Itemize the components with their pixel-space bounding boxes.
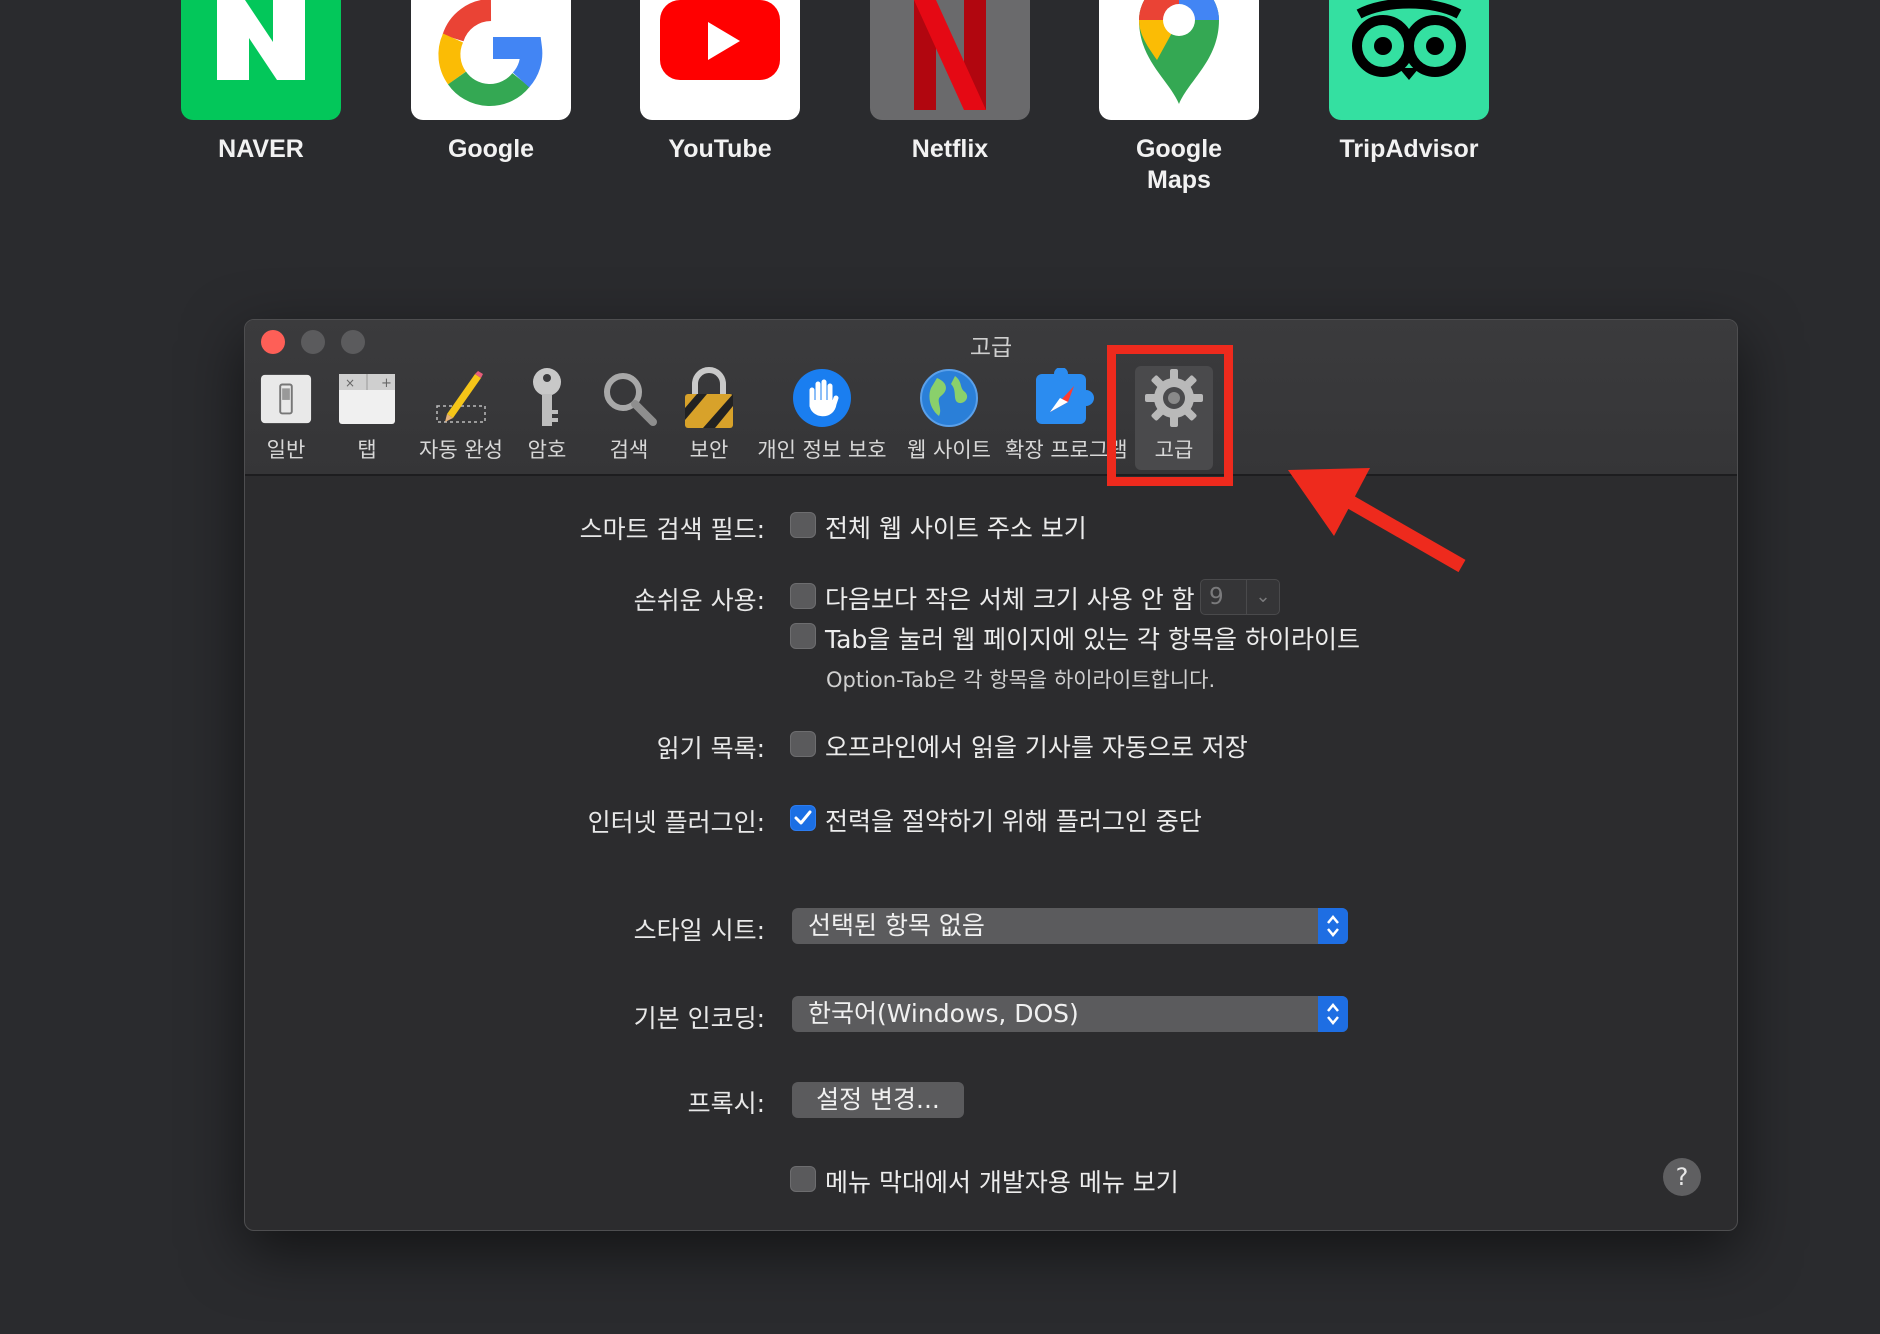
stop-plugins-checkbox[interactable]	[790, 805, 816, 831]
stop-plugins-text: 전력을 절약하기 위해 플러그인 중단	[825, 807, 1202, 836]
favorite-youtube[interactable]: YouTube	[620, 0, 820, 165]
naver-icon	[181, 0, 341, 120]
tripadvisor-icon	[1329, 0, 1489, 120]
favorite-naver[interactable]: NAVER	[161, 0, 361, 165]
tab-security[interactable]: 보안	[683, 366, 735, 470]
favorite-label: TripAdvisor	[1339, 135, 1479, 163]
show-full-address-checkbox[interactable]	[790, 512, 816, 538]
tab-label: 일반	[266, 438, 306, 462]
tab-search[interactable]: 검색	[601, 366, 657, 470]
window-title: 고급	[969, 335, 1013, 361]
tab-label: 개인 정보 보호	[757, 438, 887, 462]
general-switch-icon	[259, 366, 313, 430]
smart-search-label: 스마트 검색 필드:	[579, 515, 765, 544]
favorite-label: NAVER	[218, 135, 304, 163]
lock-icon	[683, 366, 735, 430]
style-sheet-select[interactable]: 선택된 항목 없음	[792, 908, 1348, 944]
favorite-tripadvisor[interactable]: TripAdvisor	[1309, 0, 1509, 165]
save-offline-checkbox[interactable]	[790, 731, 816, 757]
tab-tabs[interactable]: × + 탭	[339, 366, 395, 470]
style-sheet-label: 스타일 시트:	[633, 916, 765, 945]
encoding-label: 기본 인코딩:	[633, 1004, 765, 1033]
magnifier-icon	[601, 366, 657, 430]
show-develop-menu-text: 메뉴 막대에서 개발자용 메뉴 보기	[825, 1168, 1179, 1197]
hand-icon	[757, 366, 887, 430]
annotation-highlight-box	[1107, 345, 1233, 486]
tab-label: 탭	[357, 438, 377, 462]
tab-general[interactable]: 일반	[259, 366, 313, 470]
preferences-window: 고급 일반 × + 탭 자동 완성 암호 검색 보안 개인 정보 보호 웹 사이…	[244, 319, 1738, 1231]
encoding-value: 한국어(Windows, DOS)	[808, 999, 1079, 1028]
google-icon	[411, 0, 571, 120]
tab-label: 검색	[609, 438, 649, 462]
chevron-down-icon: ⌄	[1246, 580, 1279, 614]
tab-highlight-checkbox[interactable]	[790, 623, 816, 649]
option-tab-hint: Option-Tab은 각 항목을 하이라이트합니다.	[826, 668, 1216, 692]
favorite-google-maps[interactable]: Google Maps	[1079, 0, 1279, 196]
globe-icon	[907, 366, 991, 430]
show-full-address-text: 전체 웹 사이트 주소 보기	[825, 514, 1087, 543]
netflix-icon	[870, 0, 1030, 120]
svg-text:×: ×	[345, 376, 355, 390]
show-develop-menu-checkbox[interactable]	[790, 1166, 816, 1192]
tab-label: 자동 완성	[419, 438, 503, 462]
encoding-select[interactable]: 한국어(Windows, DOS)	[792, 996, 1348, 1032]
favorite-label: Netflix	[911, 135, 989, 163]
reading-list-label: 읽기 목록:	[656, 734, 765, 763]
tab-autofill[interactable]: 자동 완성	[419, 366, 503, 470]
pencil-icon	[419, 366, 503, 430]
tabs-icon: × +	[339, 366, 395, 430]
updown-arrows-icon	[1318, 908, 1348, 944]
help-button[interactable]: ?	[1663, 1158, 1701, 1196]
tab-highlight-text: Tab을 눌러 웹 페이지에 있는 각 항목을 하이라이트	[825, 625, 1360, 654]
favorite-label: Google Maps	[1135, 135, 1223, 194]
tab-websites[interactable]: 웹 사이트	[907, 366, 991, 470]
favorite-netflix[interactable]: Netflix	[850, 0, 1050, 165]
min-font-size-value: 9	[1209, 584, 1224, 610]
min-font-size-select[interactable]: 9 ⌄	[1200, 579, 1280, 615]
updown-arrows-icon	[1318, 996, 1348, 1032]
save-offline-text: 오프라인에서 읽을 기사를 자동으로 저장	[825, 733, 1248, 762]
proxy-label: 프록시:	[687, 1089, 765, 1118]
style-sheet-value: 선택된 항목 없음	[808, 911, 985, 940]
youtube-icon	[640, 0, 800, 120]
checkmark-icon	[794, 810, 812, 825]
google-maps-icon	[1099, 0, 1259, 120]
favorite-google[interactable]: Google	[391, 0, 591, 165]
window-toolbar: 고급 일반 × + 탭 자동 완성 암호 검색 보안 개인 정보 보호 웹 사이…	[245, 320, 1737, 476]
plugins-label: 인터넷 플러그인:	[587, 808, 765, 837]
svg-text:+: +	[381, 376, 392, 391]
key-icon	[527, 366, 567, 430]
min-font-size-checkbox[interactable]	[790, 583, 816, 609]
accessibility-label: 손쉬운 사용:	[633, 586, 765, 615]
favorite-label: YouTube	[668, 135, 772, 163]
tab-passwords[interactable]: 암호	[527, 366, 567, 470]
tab-label: 암호	[527, 438, 567, 462]
tab-label: 보안	[689, 438, 729, 462]
tab-label: 웹 사이트	[907, 438, 991, 462]
tab-privacy[interactable]: 개인 정보 보호	[757, 366, 887, 470]
annotation-arrow-icon	[1288, 468, 1466, 573]
favorite-label: Google	[447, 135, 535, 163]
min-font-size-text: 다음보다 작은 서체 크기 사용 안 함	[825, 585, 1195, 614]
change-settings-button[interactable]: 설정 변경...	[792, 1082, 964, 1118]
